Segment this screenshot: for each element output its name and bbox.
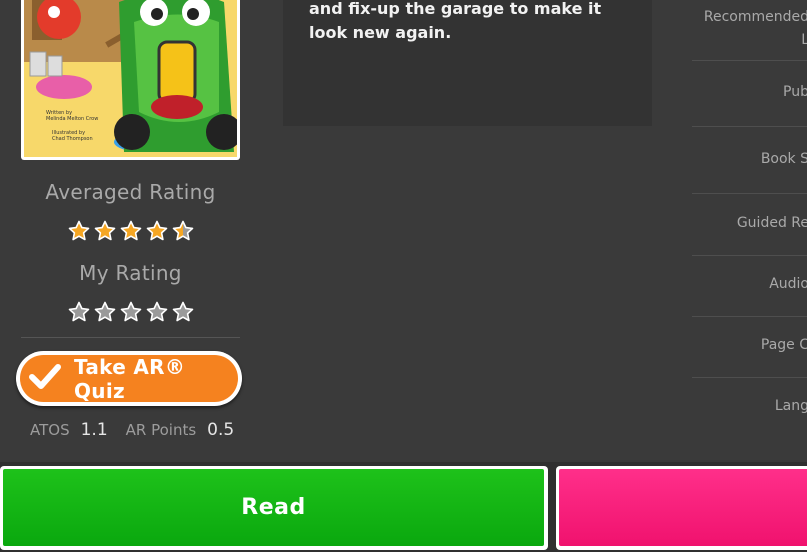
cover-illustrator: Chad Thompson	[52, 136, 93, 142]
ar-points-label: AR Points	[125, 421, 197, 439]
take-ar-quiz-button[interactable]: Take AR® Quiz	[16, 351, 242, 406]
my-rating-label: My Rating	[79, 261, 182, 285]
info-row-audio: Audio	[692, 256, 807, 317]
atos-label: ATOS	[30, 421, 70, 439]
star-icon[interactable]	[172, 301, 194, 323]
info-row-guided-reading: Guided Re	[692, 194, 807, 256]
info-row-page-count: Page C	[692, 317, 807, 378]
read-button-label: Read	[241, 495, 306, 520]
book-cover-image: Written by Melinda Melton Crow Illustrat…	[24, 0, 237, 157]
cover-author: Melinda Melton Crow	[46, 116, 98, 122]
info-row-label: Book S	[760, 151, 807, 167]
star-icon	[68, 220, 90, 242]
description-panel: and fix-up the garage to make it look ne…	[283, 0, 652, 126]
star-icon[interactable]	[120, 301, 142, 323]
info-row-label: Guided Re	[736, 215, 807, 231]
info-row-label: Lang	[774, 398, 807, 414]
info-row-label: Pub	[783, 84, 807, 100]
star-icon[interactable]	[94, 301, 116, 323]
averaged-rating-stars	[21, 220, 240, 242]
info-row-book-series: Book S	[692, 127, 807, 194]
info-row-label: Recommended	[703, 9, 807, 25]
star-icon[interactable]	[146, 301, 168, 323]
atos-value: 1.1	[80, 420, 108, 440]
reading-level-info: ATOS 1.1 AR Points 0.5	[30, 420, 252, 440]
checkmark-icon	[28, 362, 62, 396]
book-description: and fix-up the garage to make it look ne…	[309, 0, 602, 42]
info-row-publisher: Pub	[692, 61, 807, 127]
my-rating-stars[interactable]	[21, 301, 240, 323]
take-ar-quiz-label: Take AR® Quiz	[74, 354, 186, 403]
read-button[interactable]: Read	[0, 466, 548, 550]
star-icon	[120, 220, 142, 242]
book-info-list: Recommended L Pub Book S Guided Re Audio…	[692, 0, 807, 462]
averaged-rating-label: Averaged Rating	[45, 180, 216, 204]
info-row-recommended: Recommended L	[692, 0, 807, 61]
info-row-label: Page C	[760, 337, 807, 353]
book-cover-illustration: Written by Melinda Melton Crow Illustrat…	[24, 0, 237, 157]
ar-points-value: 0.5	[207, 420, 235, 440]
divider	[21, 337, 240, 338]
info-row-label-cont: L	[801, 32, 807, 48]
star-icon[interactable]	[68, 301, 90, 323]
info-row-label: Audio	[769, 276, 807, 292]
star-icon	[94, 220, 116, 242]
book-cover[interactable]: Written by Melinda Melton Crow Illustrat…	[21, 0, 240, 160]
star-icon	[146, 220, 168, 242]
info-row-language: Lang	[692, 378, 807, 462]
book-details-column: Written by Melinda Melton Crow Illustrat…	[0, 0, 260, 462]
secondary-action-button[interactable]	[556, 466, 807, 550]
star-icon	[172, 220, 194, 242]
